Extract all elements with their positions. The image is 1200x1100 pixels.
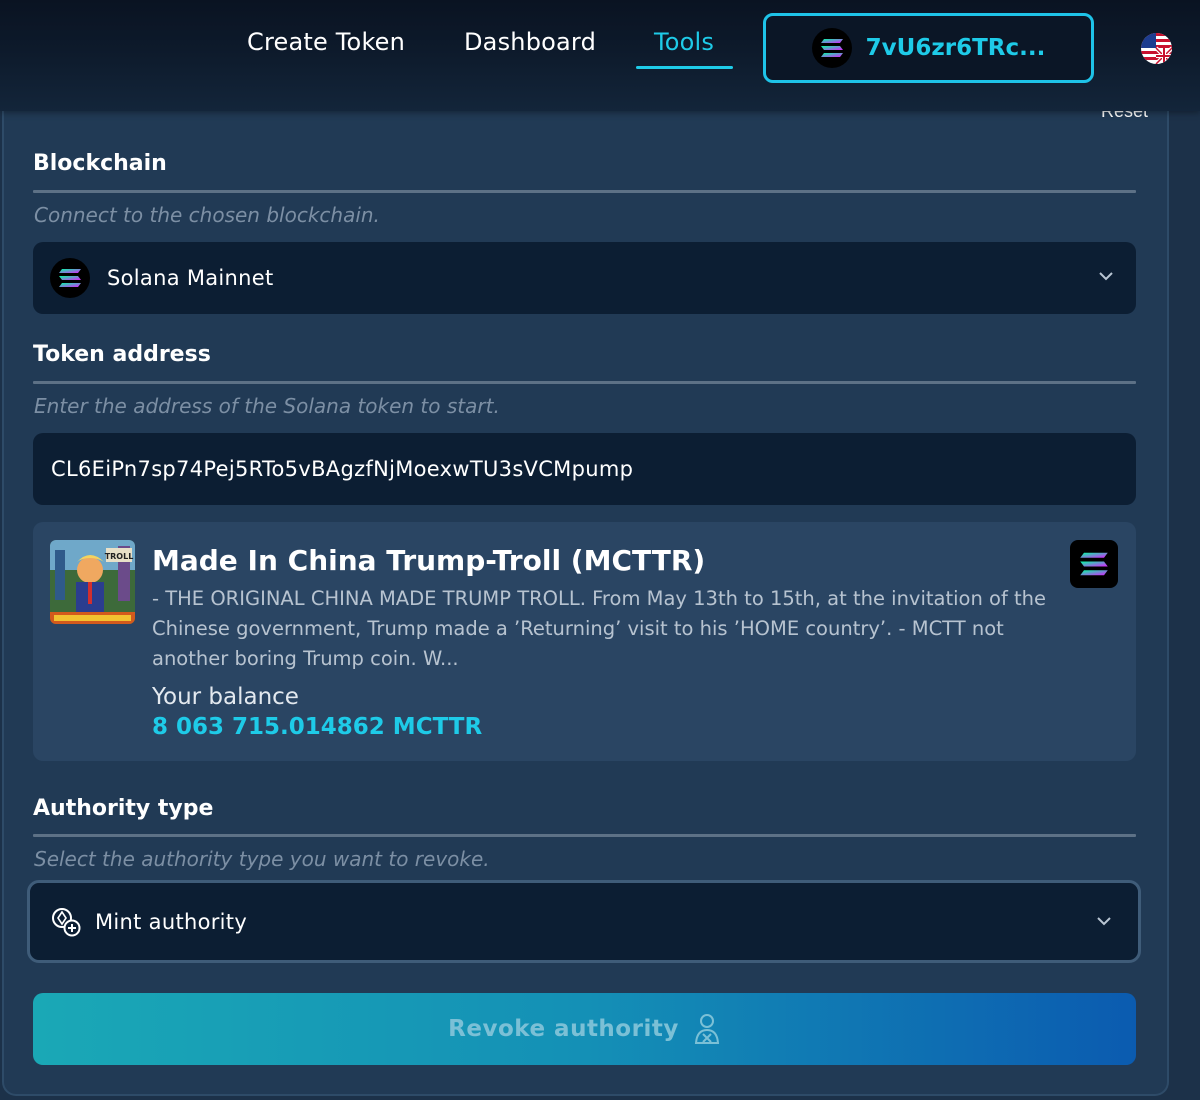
token-description: - THE ORIGINAL CHINA MADE TRUMP TROLL. F… bbox=[152, 587, 1047, 670]
blockchain-selected-value: Solana Mainnet bbox=[107, 266, 274, 290]
revoke-authority-button[interactable]: Revoke authority bbox=[33, 993, 1136, 1065]
authority-type-divider bbox=[33, 834, 1136, 837]
blockchain-hint: Connect to the chosen blockchain. bbox=[34, 203, 380, 227]
nav-create-token[interactable]: Create Token bbox=[247, 28, 405, 56]
token-info-card: TROLL Made In China Trump-Troll (MCTTR) … bbox=[33, 522, 1136, 761]
blockchain-select[interactable]: Solana Mainnet bbox=[33, 242, 1136, 314]
wallet-address: 7vU6zr6TRc... bbox=[865, 35, 1046, 61]
user-revoke-icon bbox=[694, 1014, 719, 1044]
chevron-down-icon bbox=[1099, 272, 1113, 281]
language-flag-icon[interactable] bbox=[1141, 33, 1172, 64]
top-navigation-bar: Create Token Dashboard Tools 7vU6zr6TRc.… bbox=[0, 0, 1200, 111]
authority-type-hint: Select the authority type you want to re… bbox=[34, 847, 490, 871]
token-address-title: Token address bbox=[33, 342, 211, 367]
mint-authority-icon bbox=[52, 907, 81, 936]
authority-type-select[interactable]: Mint authority bbox=[27, 880, 1141, 963]
token-name: Made In China Trump-Troll (MCTTR) bbox=[152, 544, 706, 577]
token-address-divider bbox=[33, 381, 1136, 384]
token-address-hint: Enter the address of the Solana token to… bbox=[34, 394, 500, 418]
token-image: TROLL bbox=[50, 540, 135, 624]
blockchain-title: Blockchain bbox=[33, 151, 167, 176]
balance-value: 8 063 715.014862 MCTTR bbox=[152, 714, 483, 740]
authority-type-title: Authority type bbox=[33, 796, 214, 821]
solana-logo-icon bbox=[811, 28, 852, 68]
active-tab-underline bbox=[636, 66, 733, 69]
token-image-sign-text: TROLL bbox=[105, 552, 134, 561]
solana-chain-badge-icon bbox=[1070, 540, 1118, 588]
chevron-down-icon bbox=[1097, 917, 1111, 926]
nav-tools[interactable]: Tools bbox=[654, 28, 714, 56]
revoke-authority-label: Revoke authority bbox=[448, 1016, 679, 1042]
token-address-input[interactable]: CL6EiPn7sp74Pej5RTo5vBAgzfNjMoexwTU3sVCM… bbox=[33, 433, 1136, 505]
authority-selected-value: Mint authority bbox=[95, 909, 248, 934]
blockchain-divider bbox=[33, 190, 1136, 193]
solana-logo-icon bbox=[50, 258, 90, 298]
balance-label: Your balance bbox=[152, 684, 299, 710]
wallet-button[interactable]: 7vU6zr6TRc... bbox=[763, 13, 1094, 83]
nav-dashboard[interactable]: Dashboard bbox=[464, 28, 596, 56]
token-address-value: CL6EiPn7sp74Pej5RTo5vBAgzfNjMoexwTU3sVCM… bbox=[51, 457, 634, 481]
